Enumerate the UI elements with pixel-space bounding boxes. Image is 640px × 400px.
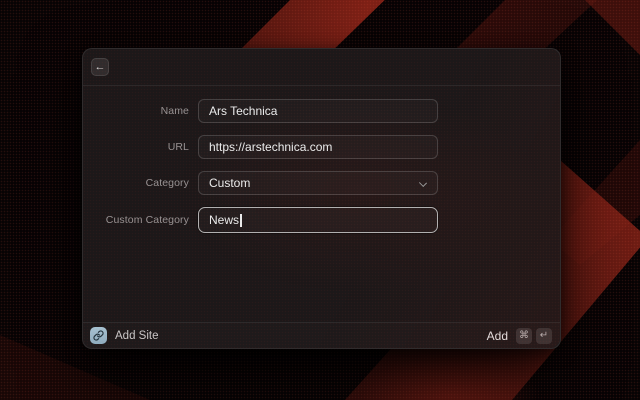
return-key-icon[interactable]: ↵ (536, 328, 552, 344)
category-selected-value: Custom (209, 176, 250, 190)
back-button[interactable]: ← (91, 58, 109, 76)
back-arrow-icon: ← (95, 62, 106, 73)
text-cursor (240, 214, 242, 227)
add-submit-button[interactable]: Add (487, 329, 508, 343)
command-title: Add Site (115, 330, 158, 342)
name-field-label: Name (83, 105, 198, 117)
url-input-value: https://arstechnica.com (209, 140, 332, 154)
add-site-dialog: ← Name Ars Technica URL https://arstechn… (82, 48, 561, 349)
action-bar-left: Add Site (90, 327, 158, 344)
shortcut-keys: ⌘ ↵ (516, 328, 552, 344)
url-input[interactable]: https://arstechnica.com (198, 135, 438, 159)
custom-category-input[interactable]: News (198, 207, 438, 233)
category-select[interactable]: Custom (198, 171, 438, 195)
add-site-form: Name Ars Technica URL https://arstechnic… (83, 86, 560, 322)
form-row-category: Category Custom (83, 171, 560, 195)
command-key-icon[interactable]: ⌘ (516, 328, 532, 344)
chevron-down-icon (419, 179, 427, 187)
url-field-label: URL (83, 141, 198, 153)
link-icon (90, 327, 107, 344)
action-bar-right: Add ⌘ ↵ (487, 328, 552, 344)
form-row-name: Name Ars Technica (83, 99, 560, 123)
category-field-label: Category (83, 177, 198, 189)
dialog-action-bar: Add Site Add ⌘ ↵ (83, 322, 560, 348)
custom-category-input-value: News (209, 213, 239, 227)
form-row-url: URL https://arstechnica.com (83, 135, 560, 159)
custom-category-field-label: Custom Category (83, 214, 198, 226)
name-input[interactable]: Ars Technica (198, 99, 438, 123)
name-input-value: Ars Technica (209, 104, 277, 118)
form-row-custom-category: Custom Category News (83, 207, 560, 233)
dialog-header: ← (83, 49, 560, 86)
